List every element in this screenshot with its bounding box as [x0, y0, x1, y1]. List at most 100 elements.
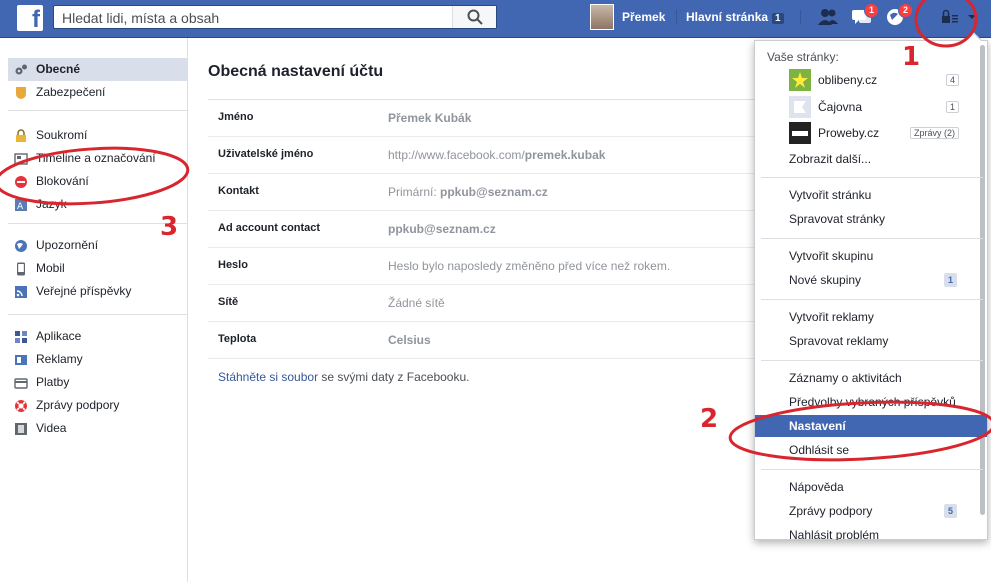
- facebook-logo-icon[interactable]: f: [17, 5, 43, 33]
- help-item[interactable]: Nápověda: [755, 476, 987, 498]
- settings-sidebar: Obecné Zabezpečení Soukromí Timeline a o…: [0, 38, 188, 582]
- manage-pages-item[interactable]: Spravovat stránky: [755, 208, 987, 230]
- sidebar-item-security[interactable]: Zabezpečení: [8, 81, 187, 104]
- sidebar-group-apps: Aplikace Reklamy Platby Zprávy podpory V…: [8, 325, 187, 440]
- svg-text:A: A: [17, 202, 24, 212]
- divider: [676, 10, 677, 24]
- home-count-badge: 1: [772, 13, 784, 24]
- row-value: Žádné sítě: [388, 296, 445, 310]
- page-item-proweby[interactable]: Proweby.cz Zprávy (2): [789, 122, 959, 144]
- page-count-badge: 4: [945, 74, 959, 86]
- settings-row-username[interactable]: Uživatelské jméno http://www.facebook.co…: [208, 137, 828, 174]
- search-button[interactable]: [452, 6, 496, 28]
- messages-icon[interactable]: 1: [851, 3, 879, 27]
- page-title: Obecná nastavení účtu: [208, 63, 384, 80]
- news-feed-preferences-item[interactable]: Předvolby vybraných příspěvků: [755, 391, 987, 413]
- activity-log-item[interactable]: Záznamy o aktivitách: [755, 367, 987, 389]
- create-page-item[interactable]: Vytvořit stránku: [755, 184, 987, 206]
- settings-row-name[interactable]: Jméno Přemek Kubák: [208, 100, 828, 137]
- globe-icon: [15, 240, 27, 252]
- account-menu-chevron-icon[interactable]: [966, 7, 978, 27]
- account-dropdown-menu: Vaše stránky: oblibeny.cz 4 Čajovna 1 Pr…: [754, 31, 988, 540]
- search-box[interactable]: Hledat lidi, místa a obsah: [53, 5, 497, 29]
- download-data-link[interactable]: Stáhněte si soubor: [218, 370, 318, 384]
- timeline-icon: [14, 153, 28, 165]
- sidebar-item-mobile[interactable]: Mobil: [8, 257, 187, 280]
- row-label: Ad account contact: [218, 222, 321, 234]
- rss-icon: [15, 286, 27, 298]
- block-icon: [15, 176, 27, 188]
- search-input[interactable]: Hledat lidi, místa a obsah: [62, 10, 219, 26]
- row-label: Teplota: [218, 333, 257, 345]
- manage-ads-item[interactable]: Spravovat reklamy: [755, 330, 987, 352]
- avatar: [590, 4, 614, 30]
- settings-row-contact[interactable]: Kontakt Primární: ppkub@seznam.cz: [208, 174, 828, 211]
- page-thumbnail-star-icon: [789, 69, 811, 91]
- card-icon: [14, 378, 28, 389]
- home-label: Hlavní stránka: [686, 10, 769, 24]
- sidebar-divider: [8, 314, 187, 315]
- new-groups-item[interactable]: Nové skupiny 1: [755, 269, 987, 291]
- divider: [800, 10, 801, 24]
- row-value: http://www.facebook.com/premek.kubak: [388, 148, 606, 162]
- page-thumbnail-flag-icon: [789, 96, 811, 118]
- profile-name: Přemek: [622, 10, 666, 24]
- annotation-number-3: 3: [160, 212, 179, 242]
- row-value: Primární: ppkub@seznam.cz: [388, 185, 548, 199]
- settings-row-temperature[interactable]: Teplota Celsius: [208, 322, 828, 359]
- report-problem-item[interactable]: Nahlásit problém: [755, 524, 987, 540]
- messages-badge: 1: [863, 3, 879, 18]
- support-inbox-count-badge: 5: [943, 504, 957, 518]
- language-icon: A: [15, 199, 27, 212]
- row-value: Celsius: [388, 333, 431, 347]
- sidebar-item-blocking[interactable]: Blokování: [8, 170, 187, 193]
- sidebar-item-public-posts[interactable]: Veřejné příspěvky: [8, 280, 187, 303]
- notifications-icon[interactable]: 2: [885, 3, 913, 27]
- row-label: Sítě: [218, 296, 239, 308]
- sidebar-divider: [8, 110, 187, 111]
- row-label: Uživatelské jméno: [218, 148, 314, 160]
- gears-icon: [15, 64, 27, 75]
- page-thumbnail-proweby-icon: [789, 122, 811, 144]
- settings-row-networks[interactable]: Sítě Žádné sítě: [208, 285, 828, 322]
- show-more-pages[interactable]: Zobrazit další...: [755, 148, 987, 170]
- page-item-oblibeny[interactable]: oblibeny.cz 4: [789, 69, 959, 91]
- ads-icon: [15, 355, 27, 365]
- sidebar-group-notifications: Upozornění Mobil Veřejné příspěvky: [8, 234, 187, 303]
- new-groups-count-badge: 1: [943, 273, 957, 287]
- settings-table: Jméno Přemek Kubák Uživatelské jméno htt…: [208, 99, 828, 359]
- page-item-cajovna[interactable]: Čajovna 1: [789, 96, 959, 118]
- sidebar-item-privacy[interactable]: Soukromí: [8, 124, 187, 147]
- settings-row-password[interactable]: Heslo Heslo bylo naposledy změněno před …: [208, 248, 828, 285]
- row-value: Heslo bylo naposledy změněno před více n…: [388, 259, 671, 273]
- shield-icon: [16, 87, 26, 99]
- row-value: ppkub@seznam.cz: [388, 222, 496, 236]
- film-icon: [15, 423, 27, 435]
- annotation-number-1: 1: [902, 42, 921, 72]
- sidebar-item-general[interactable]: Obecné: [8, 58, 187, 81]
- sidebar-item-timeline[interactable]: Timeline a označování: [8, 147, 187, 170]
- row-label: Jméno: [218, 111, 254, 123]
- sidebar-item-ads[interactable]: Reklamy: [8, 348, 187, 371]
- row-label: Kontakt: [218, 185, 259, 197]
- sidebar-item-payments[interactable]: Platby: [8, 371, 187, 394]
- download-data-text: Stáhněte si soubor se svými daty z Faceb…: [218, 370, 470, 384]
- create-ads-item[interactable]: Vytvořit reklamy: [755, 306, 987, 328]
- search-icon: [467, 9, 483, 25]
- home-link[interactable]: Hlavní stránka 1: [686, 10, 784, 24]
- logout-item[interactable]: Odhlásit se: [755, 439, 987, 461]
- create-group-item[interactable]: Vytvořit skupinu: [755, 245, 987, 267]
- friend-requests-icon[interactable]: [817, 7, 839, 27]
- privacy-shortcuts-icon[interactable]: [940, 7, 962, 27]
- sidebar-item-apps[interactable]: Aplikace: [8, 325, 187, 348]
- sidebar-item-videos[interactable]: Videa: [8, 417, 187, 440]
- settings-row-ad-contact[interactable]: Ad account contact ppkub@seznam.cz: [208, 211, 828, 248]
- dropdown-divider: [761, 177, 983, 178]
- settings-item[interactable]: Nastavení: [755, 415, 987, 437]
- apps-icon: [15, 331, 27, 343]
- sidebar-item-support-inbox[interactable]: Zprávy podpory: [8, 394, 187, 417]
- page-messages-badge: Zprávy (2): [909, 127, 959, 139]
- row-value: Přemek Kubák: [388, 111, 472, 125]
- annotation-number-2: 2: [700, 404, 719, 434]
- support-inbox-item[interactable]: Zprávy podpory 5: [755, 500, 987, 522]
